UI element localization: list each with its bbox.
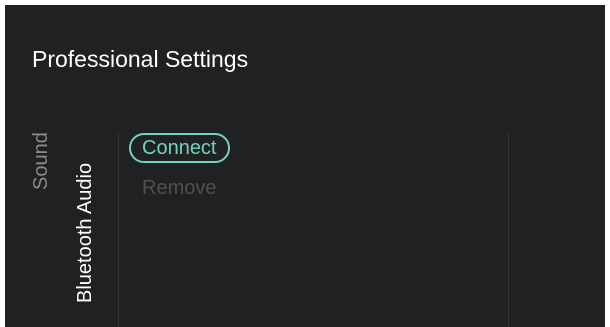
options-menu: Connect Remove xyxy=(129,133,230,200)
page-title: Professional Settings xyxy=(32,46,249,72)
settings-screen: Professional Settings Sound Bluetooth Au… xyxy=(5,5,605,327)
remove-button[interactable]: Remove xyxy=(129,176,230,200)
breadcrumb-parent-sound[interactable]: Sound xyxy=(29,132,53,190)
connect-button[interactable]: Connect xyxy=(129,133,230,163)
column-divider-right xyxy=(508,132,509,327)
column-divider-left xyxy=(118,132,119,327)
breadcrumb-current-bluetooth-audio: Bluetooth Audio xyxy=(74,162,96,303)
